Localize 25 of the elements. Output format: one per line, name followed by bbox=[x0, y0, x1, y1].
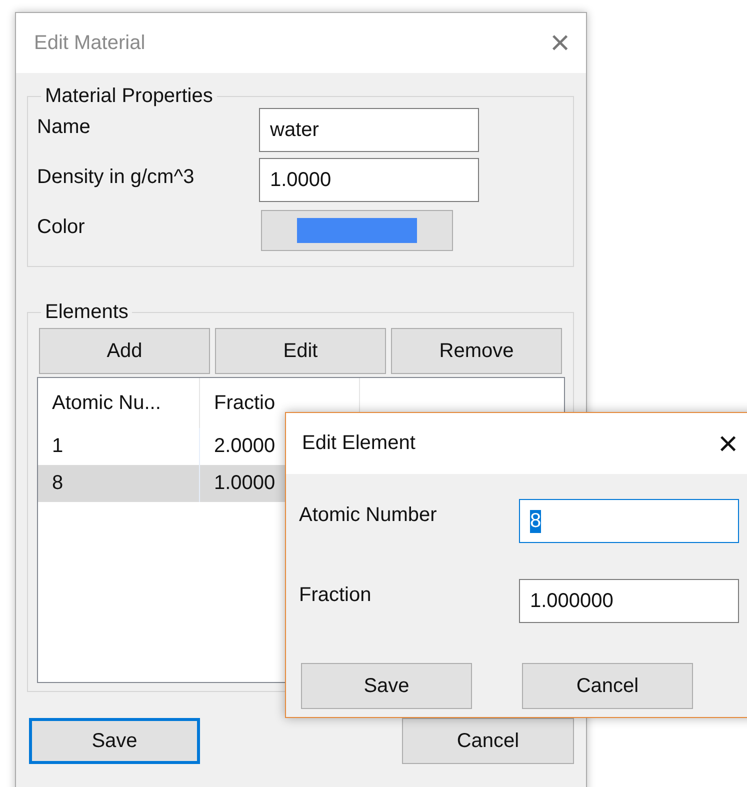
toolbar-button[interactable]: Remove bbox=[391, 328, 562, 374]
color-button[interactable] bbox=[261, 210, 453, 251]
save-button[interactable]: Save bbox=[301, 663, 472, 709]
field-label: Fraction bbox=[299, 583, 372, 607]
field-label: Density in g/cm^3 bbox=[37, 165, 196, 189]
text-field[interactable]: 1.0000 bbox=[259, 158, 479, 202]
toolbar-button[interactable]: Edit bbox=[215, 328, 386, 374]
table-cell[interactable]: 8 bbox=[38, 465, 200, 502]
field-label: Color bbox=[37, 215, 86, 239]
toolbar-button[interactable]: Add bbox=[39, 328, 210, 374]
field-label: Atomic Number bbox=[299, 503, 438, 527]
text-field[interactable]: water bbox=[259, 108, 479, 152]
column-header[interactable]: Atomic Nu... bbox=[38, 378, 200, 428]
window-title: Edit Element bbox=[302, 432, 416, 455]
save-button[interactable]: Save bbox=[29, 718, 200, 764]
group-title: Material Properties bbox=[44, 85, 214, 108]
cancel-button[interactable]: Cancel bbox=[522, 663, 693, 709]
close-icon[interactable]: × bbox=[718, 426, 738, 460]
field-label: Name bbox=[37, 115, 92, 139]
cancel-button[interactable]: Cancel bbox=[402, 718, 574, 764]
text-field[interactable]: 1.000000 bbox=[519, 579, 739, 623]
text-field[interactable]: 8 bbox=[519, 499, 739, 543]
group-title: Elements bbox=[44, 301, 130, 324]
window-title: Edit Material bbox=[34, 32, 146, 54]
close-icon[interactable]: × bbox=[550, 26, 570, 60]
